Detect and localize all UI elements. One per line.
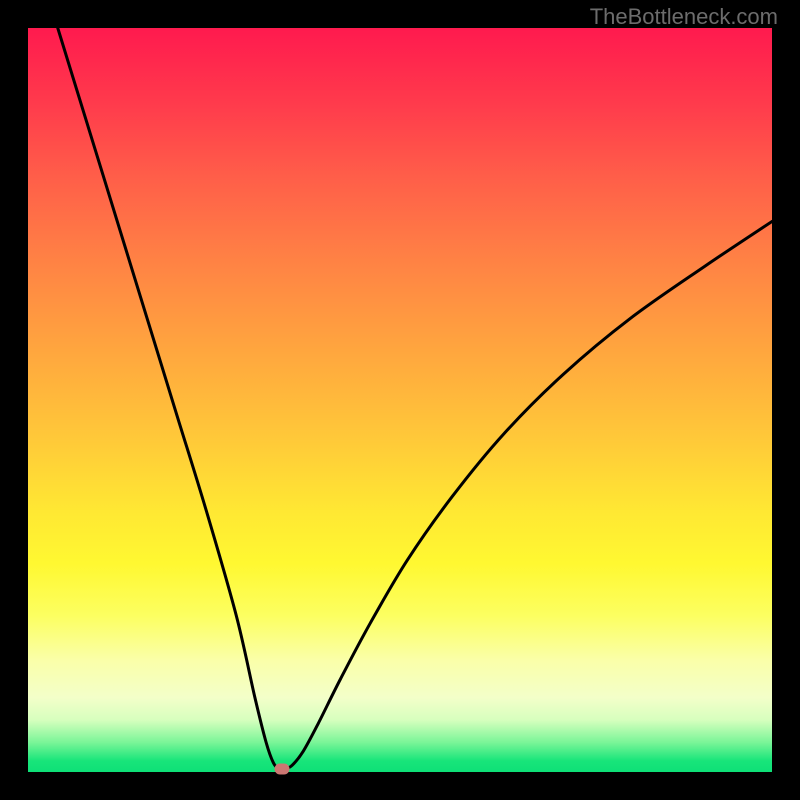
optimal-point-marker (275, 764, 290, 775)
plot-area (28, 28, 772, 772)
chart-frame: TheBottleneck.com (0, 0, 800, 800)
watermark-text: TheBottleneck.com (590, 4, 778, 30)
bottleneck-curve (28, 28, 772, 772)
